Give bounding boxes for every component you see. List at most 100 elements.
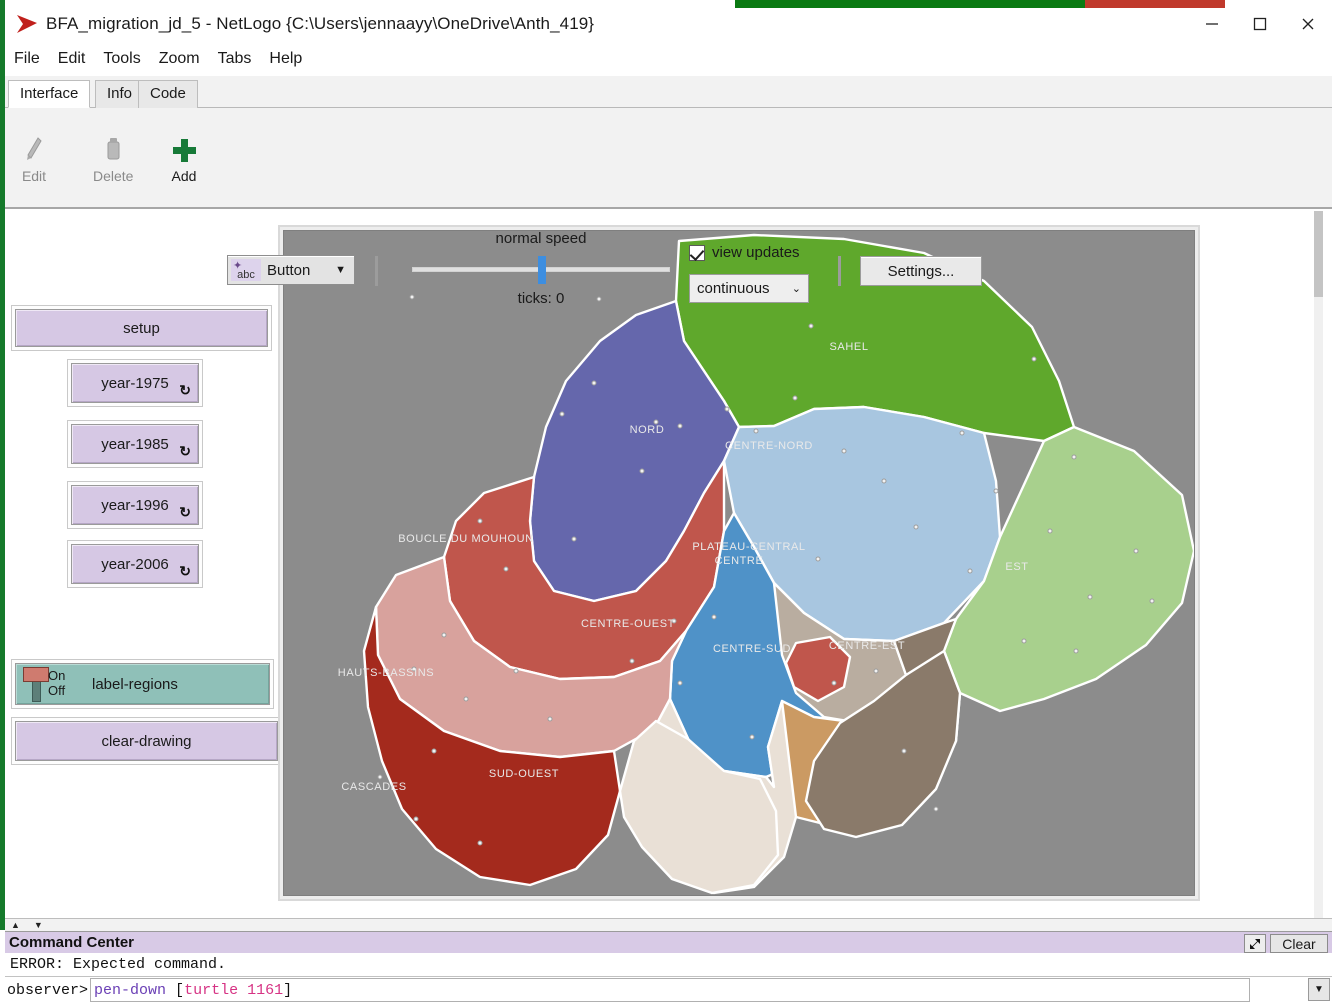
world-view-frame: SAHEL NORD CENTRE-NORD EST BOUCLE DU MOU… [278, 225, 1200, 901]
command-token: ] [283, 982, 292, 999]
command-center-title: Command Center [9, 934, 134, 951]
switch-off-label: Off [48, 683, 78, 698]
year-2006-label: year-2006 [101, 556, 169, 573]
update-mode-value: continuous [697, 280, 770, 297]
label-regions-switch[interactable]: On Off label-regions [15, 663, 270, 705]
tab-info[interactable]: Info [95, 80, 144, 108]
forever-icon: ↻ [179, 382, 191, 399]
command-token [238, 982, 247, 999]
command-center-input[interactable]: pen-down [turtle 1161] [90, 978, 1250, 1002]
year-2006-button[interactable]: year-2006 ↻ [71, 544, 199, 584]
command-center-prompt: observer> [5, 982, 88, 999]
year-1996-label: year-1996 [101, 497, 169, 514]
view-updates-label: view updates [712, 244, 800, 261]
chevron-down-icon: ⌄ [792, 282, 801, 295]
interface-vertical-scrollbar[interactable] [1314, 211, 1323, 918]
window-title: BFA_migration_jd_5 - NetLogo {C:\Users\j… [46, 14, 594, 34]
interface-toolbar: Edit Delete Add ✦ abc Button ▼ normal sp… [5, 108, 1332, 209]
update-mode-dropdown[interactable]: continuous ⌄ [689, 274, 809, 303]
toolbar-separator-2 [838, 256, 841, 286]
command-token: 1161 [247, 982, 283, 999]
speed-slider-thumb[interactable] [538, 256, 546, 284]
command-token: turtle [184, 982, 238, 999]
command-center: Command Center Clear ERROR: Expected com… [5, 931, 1332, 1002]
forever-icon: ↻ [179, 504, 191, 521]
year-1985-button[interactable]: year-1985 ↻ [71, 424, 199, 464]
background-window-band [0, 0, 1332, 8]
command-center-input-row: observer> pen-down [turtle 1161] [5, 978, 1332, 1002]
setup-button[interactable]: setup [15, 309, 268, 347]
tab-interface[interactable]: Interface [8, 80, 90, 108]
speed-slider-group: normal speed ticks: 0 [412, 230, 670, 310]
netlogo-logo-icon [14, 13, 40, 35]
switch-on-label: On [48, 668, 78, 683]
settings-button[interactable]: Settings... [860, 256, 982, 286]
scroll-down-icon[interactable]: ▼ [34, 921, 43, 930]
delete-tool-button[interactable]: Delete [93, 134, 133, 184]
year-1975-button[interactable]: year-1975 ↻ [71, 363, 199, 403]
setup-button-frame: setup [11, 305, 272, 351]
clear-button[interactable]: Clear [1270, 934, 1328, 953]
menu-item-edit[interactable]: Edit [49, 48, 95, 70]
close-icon[interactable] [1284, 8, 1332, 40]
expand-icon[interactable] [1244, 934, 1266, 953]
scrollbar-thumb[interactable] [1314, 211, 1323, 297]
clear-drawing-frame: clear-drawing [11, 717, 282, 765]
green-band [735, 0, 1085, 8]
command-center-output: ERROR: Expected command. [5, 953, 1332, 977]
burkina-faso-region-map [284, 231, 1195, 896]
year-1975-label: year-1975 [101, 375, 169, 392]
widget-type-value: Button [267, 262, 310, 279]
add-tool-label: Add [172, 168, 197, 184]
switch-variable-name: label-regions [92, 676, 178, 693]
window-left-accent-edge [0, 0, 5, 930]
window-controls [1188, 8, 1332, 40]
menu-item-tools[interactable]: Tools [94, 48, 149, 70]
red-band [1085, 0, 1225, 8]
edit-tool-label: Edit [22, 168, 46, 184]
switch-state-labels: On Off [48, 664, 78, 704]
command-token: [ [175, 982, 184, 999]
year-1975-frame: year-1975 ↻ [67, 359, 203, 407]
button-widget-icon: ✦ abc [231, 259, 261, 281]
widget-star-glyph: ✦ [233, 259, 242, 272]
speed-label: normal speed [412, 230, 670, 247]
toolbar-separator-1 [375, 256, 378, 286]
switch-knob-icon [22, 664, 50, 704]
scroll-up-icon[interactable]: ▲ [11, 921, 20, 930]
pencil-icon [21, 134, 47, 166]
forever-icon: ↻ [179, 563, 191, 580]
menu-item-zoom[interactable]: Zoom [150, 48, 209, 70]
menu-item-file[interactable]: File [5, 48, 49, 70]
forever-icon: ↻ [179, 443, 191, 460]
view-updates-checkbox[interactable]: view updates [689, 244, 800, 261]
year-1996-button[interactable]: year-1996 ↻ [71, 485, 199, 525]
year-1985-label: year-1985 [101, 436, 169, 453]
chevron-down-icon: ▼ [335, 264, 346, 276]
command-center-resize-arrows[interactable]: ▲ ▼ [5, 918, 1332, 931]
agent-type-dropdown[interactable]: ▼ [1308, 978, 1330, 1001]
command-center-header: Command Center Clear [5, 931, 1332, 953]
command-token: pen-down [94, 982, 166, 999]
minimize-icon[interactable] [1188, 8, 1236, 40]
delete-tool-label: Delete [93, 168, 133, 184]
maximize-icon[interactable] [1236, 8, 1284, 40]
trash-icon [100, 134, 126, 166]
menu-item-help[interactable]: Help [260, 48, 311, 70]
command-token [166, 982, 175, 999]
plus-icon [170, 134, 198, 166]
title-bar: BFA_migration_jd_5 - NetLogo {C:\Users\j… [0, 8, 1332, 40]
edit-tool-button[interactable]: Edit [21, 134, 47, 184]
year-1996-frame: year-1996 ↻ [67, 481, 203, 529]
menu-item-tabs[interactable]: Tabs [209, 48, 261, 70]
add-tool-button[interactable]: Add [170, 134, 198, 184]
year-1985-frame: year-1985 ↻ [67, 420, 203, 468]
tab-bar: Interface Info Code [5, 76, 1332, 108]
checkbox-checked-icon [689, 245, 705, 261]
world-view[interactable]: SAHEL NORD CENTRE-NORD EST BOUCLE DU MOU… [283, 230, 1195, 896]
tab-code[interactable]: Code [138, 80, 198, 108]
clear-drawing-button[interactable]: clear-drawing [15, 721, 278, 761]
label-regions-switch-frame: On Off label-regions [11, 659, 274, 709]
ticks-counter: ticks: 0 [412, 290, 670, 307]
widget-type-dropdown[interactable]: ✦ abc Button ▼ [227, 255, 355, 285]
